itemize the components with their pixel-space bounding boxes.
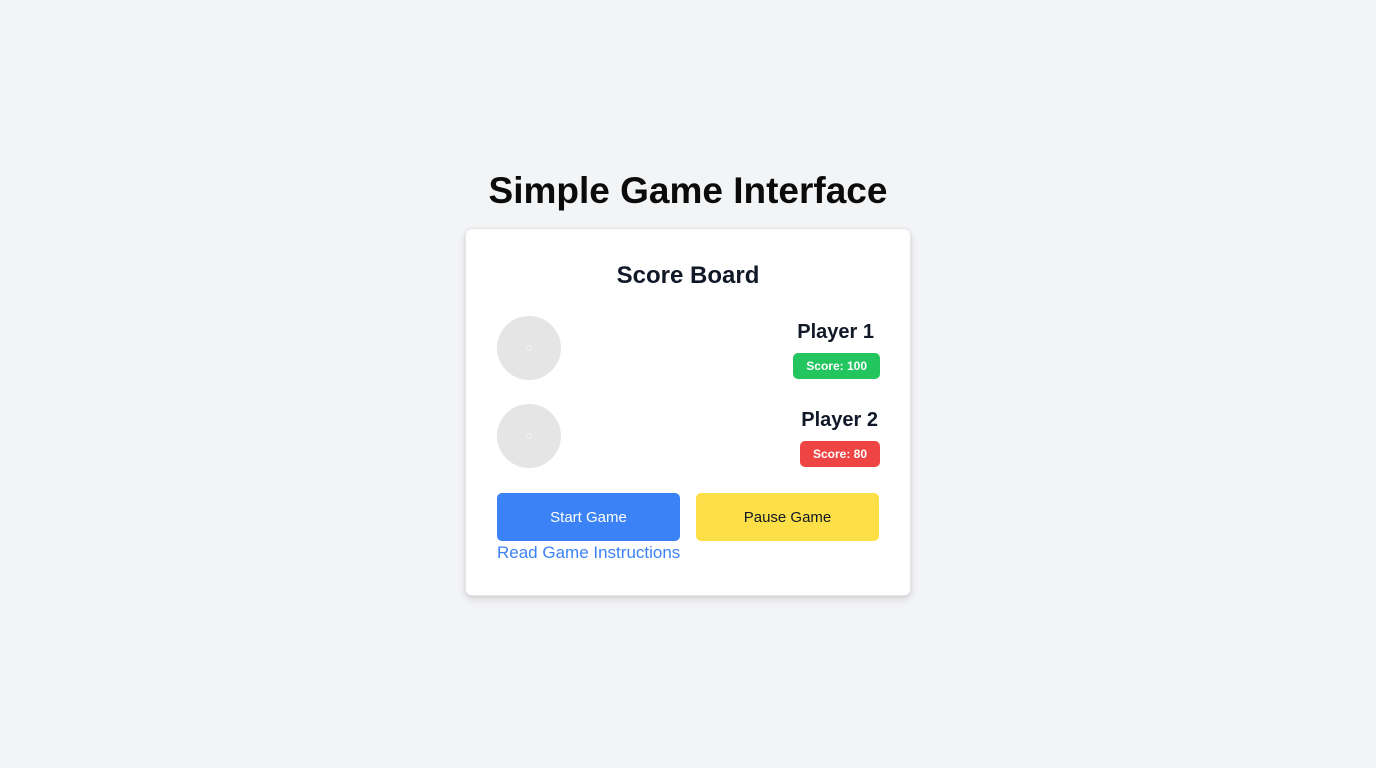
score-board-title: Score Board	[616, 262, 760, 289]
player-1-info: Player 1 Score: 100	[793, 319, 880, 379]
start-game-button[interactable]: Start Game	[497, 493, 680, 541]
score-board-card: Score Board Player 1 Score: 100 Player 2…	[465, 228, 911, 596]
page: Simple Game Interface Score Board Player…	[0, 0, 1376, 768]
player-1-score-badge: Score: 100	[793, 353, 880, 379]
pause-game-button[interactable]: Pause Game	[696, 493, 879, 541]
player-1-name: Player 1	[797, 321, 874, 343]
read-instructions-link[interactable]: Read Game Instructions	[497, 542, 680, 564]
player-2-avatar	[497, 404, 561, 468]
player-2-score-badge: Score: 80	[799, 441, 880, 467]
avatar-placeholder-icon	[526, 345, 532, 351]
player-row-2: Player 2 Score: 80	[497, 404, 880, 470]
player-1-avatar	[497, 316, 561, 380]
player-2-name: Player 2	[801, 409, 878, 431]
player-2-info: Player 2 Score: 80	[799, 407, 880, 467]
page-title: Simple Game Interface	[488, 170, 888, 211]
player-row-1: Player 1 Score: 100	[497, 316, 880, 382]
avatar-placeholder-icon	[526, 433, 532, 439]
